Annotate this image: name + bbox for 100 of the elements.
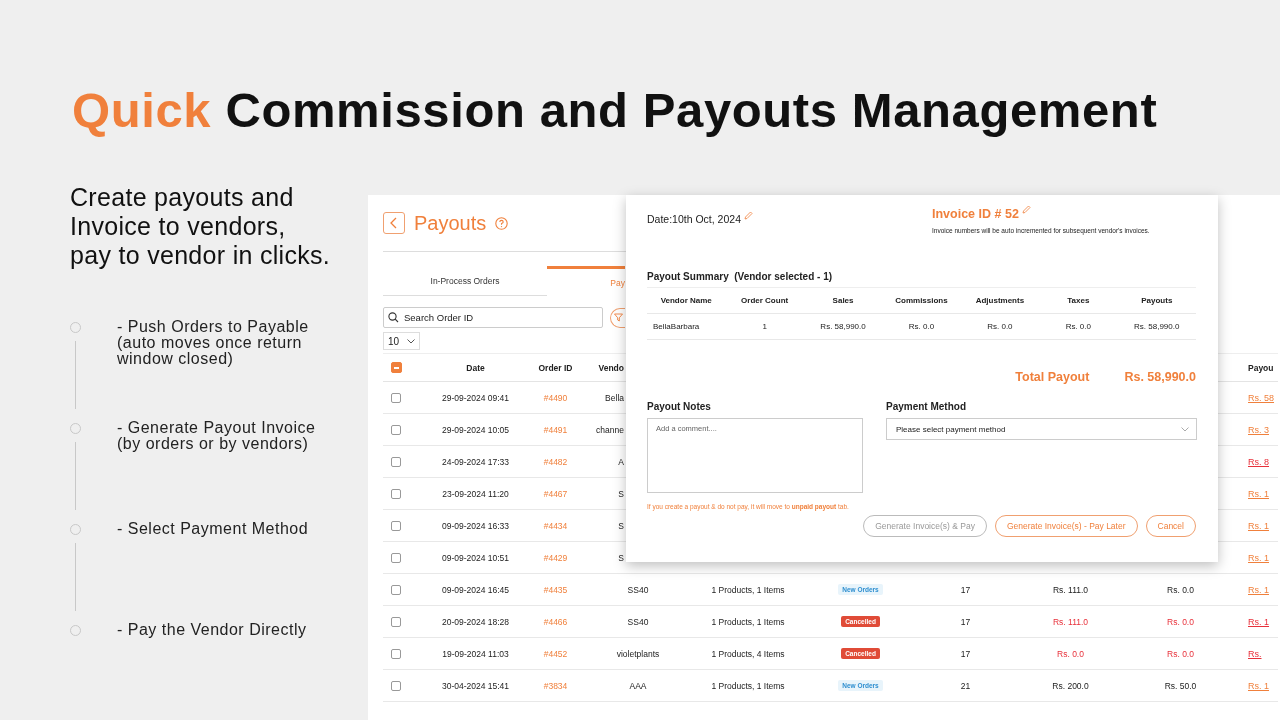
filter-button[interactable]: [610, 307, 625, 328]
amount-cell: Rs. 111.0: [1052, 584, 1089, 595]
payout-link[interactable]: Rs. 1: [1248, 584, 1269, 595]
summary-cell: BellaBarbara: [653, 322, 700, 331]
order-id-link[interactable]: #4482: [543, 456, 568, 467]
row-checkbox[interactable]: [391, 520, 401, 531]
row-checkbox[interactable]: [391, 456, 401, 467]
products-cell: 1 Products, 1 Items: [711, 616, 785, 627]
vendor-cell: S: [618, 520, 624, 531]
headline: Quick Commission and Payouts Management: [72, 82, 1159, 139]
column-header: Payou: [1248, 362, 1274, 373]
column-header: Vendo: [598, 362, 624, 373]
intro-text: Create payouts and Invoice to vendors, pay to vendor in clicks.: [70, 183, 332, 270]
vendor-cell: S: [618, 488, 624, 499]
chevron-left-icon: [389, 217, 399, 229]
order-id-link[interactable]: #4490: [543, 392, 568, 403]
step-text: - Select Payment Method: [117, 521, 309, 539]
order-id-link[interactable]: #3834: [543, 680, 568, 691]
summary-cell: Rs. 0.0: [908, 322, 935, 331]
payout-link[interactable]: Rs. 1: [1248, 488, 1269, 499]
order-id-link[interactable]: #4429: [543, 552, 568, 563]
date-cell: 09-09-2024 16:45: [441, 584, 510, 595]
payout-link[interactable]: Rs. 8: [1248, 456, 1269, 467]
payout-link[interactable]: Rs. 1: [1248, 520, 1269, 531]
date-cell: 30-04-2024 15:41: [441, 680, 510, 691]
row-checkbox[interactable]: [391, 552, 401, 563]
products-cell: 1 Products, 1 Items: [711, 584, 785, 595]
total-label: Total Payout: [1015, 370, 1090, 384]
column-header: Date: [466, 362, 485, 373]
pencil-icon[interactable]: [744, 211, 753, 220]
count-cell: 17: [960, 616, 971, 627]
order-id-link[interactable]: #4467: [543, 488, 568, 499]
amount-cell: Rs. 0.0: [1167, 616, 1194, 627]
dialog-button[interactable]: Cancel: [1145, 515, 1196, 537]
filter-icon: [614, 313, 623, 322]
date-cell: 19-09-2024 11:03: [442, 648, 509, 659]
date-cell: 09-09-2024 16:33: [441, 520, 510, 531]
column-header: Adjustments: [975, 296, 1025, 305]
count-cell: 17: [960, 648, 971, 659]
count-cell: 17: [960, 584, 971, 595]
tab[interactable]: In-Process Orders: [383, 266, 547, 296]
invoice-id: Invoice ID # 52: [932, 207, 1019, 221]
vendor-cell: SS40: [627, 616, 649, 627]
summary-cell: 1: [762, 322, 767, 331]
search-field[interactable]: Search Order ID: [383, 307, 603, 328]
order-id-link[interactable]: #4452: [543, 648, 568, 659]
select-all-checkbox[interactable]: [391, 362, 402, 374]
date-cell: 09-09-2024 10:51: [441, 552, 510, 563]
row-checkbox[interactable]: [391, 648, 401, 659]
summary-cell: Rs. 58,990.0: [1134, 322, 1180, 331]
summary-cell: Rs. 0.0: [1065, 322, 1091, 331]
row-checkbox[interactable]: [391, 680, 401, 691]
payout-link[interactable]: Rs.: [1248, 648, 1262, 659]
method-label: Payment Method: [886, 401, 967, 412]
back-button[interactable]: [383, 212, 405, 234]
column-header: Order ID: [538, 362, 573, 373]
amount-cell: Rs. 111.0: [1052, 616, 1089, 627]
payout-link[interactable]: Rs. 1: [1248, 680, 1269, 691]
order-id-link[interactable]: #4434: [543, 520, 568, 531]
column-header: Order Count: [741, 296, 789, 305]
summary-title: Payout Summary (Vendor selected - 1): [647, 271, 834, 282]
row-checkbox[interactable]: [391, 392, 401, 403]
help-icon[interactable]: [495, 216, 509, 230]
payment-method-select[interactable]: Please select payment method: [886, 418, 1197, 440]
row-checkbox[interactable]: [391, 616, 401, 627]
payout-link[interactable]: Rs. 58: [1248, 392, 1274, 403]
dialog-button[interactable]: Generate Invoice(s) - Pay Later: [994, 515, 1138, 537]
date-cell: 23-09-2024 11:20: [442, 488, 509, 499]
vendor-cell: SS40: [627, 584, 649, 595]
count-cell: 21: [960, 680, 971, 691]
payout-link[interactable]: Rs. 1: [1248, 552, 1269, 563]
page-size-select[interactable]: 10: [383, 332, 420, 350]
date-cell: 29-09-2024 09:41: [441, 392, 510, 403]
row-checkbox[interactable]: [391, 488, 401, 499]
payout-link[interactable]: Rs. 1: [1248, 616, 1269, 627]
row-checkbox[interactable]: [391, 424, 401, 435]
order-id-link[interactable]: #4435: [543, 584, 568, 595]
invoice-date: Date:10th Oct, 2024: [647, 213, 741, 225]
amount-cell: Rs. 50.0: [1164, 680, 1197, 691]
vendor-cell: Bella: [605, 392, 624, 403]
notes-label: Payout Notes: [647, 401, 712, 412]
order-id-link[interactable]: #4466: [543, 616, 568, 627]
date-cell: 20-09-2024 18:28: [441, 616, 510, 627]
total-value: Rs. 58,990.0: [1124, 370, 1196, 384]
payout-link[interactable]: Rs. 3: [1248, 424, 1269, 435]
vendor-cell: S: [618, 552, 624, 563]
pencil-icon[interactable]: [1021, 205, 1031, 214]
products-cell: 1 Products, 1 Items: [711, 680, 785, 691]
row-checkbox[interactable]: [391, 584, 401, 595]
products-cell: 1 Products, 4 Items: [711, 648, 785, 659]
column-header: Commissions: [895, 296, 948, 305]
vendor-cell: channe: [596, 424, 624, 435]
search-icon: [388, 312, 399, 323]
step-text: - Push Orders to Payable (auto moves once return window closed): [117, 319, 309, 369]
order-id-link[interactable]: #4491: [543, 424, 568, 435]
amount-cell: Rs. 0.0: [1057, 648, 1084, 659]
step-text: - Generate Payout Invoice (by orders or by vendors): [117, 420, 316, 454]
vendor-cell: AAA: [629, 680, 647, 691]
chevron-down-icon: [1181, 426, 1189, 432]
vendor-cell: A: [618, 456, 624, 467]
